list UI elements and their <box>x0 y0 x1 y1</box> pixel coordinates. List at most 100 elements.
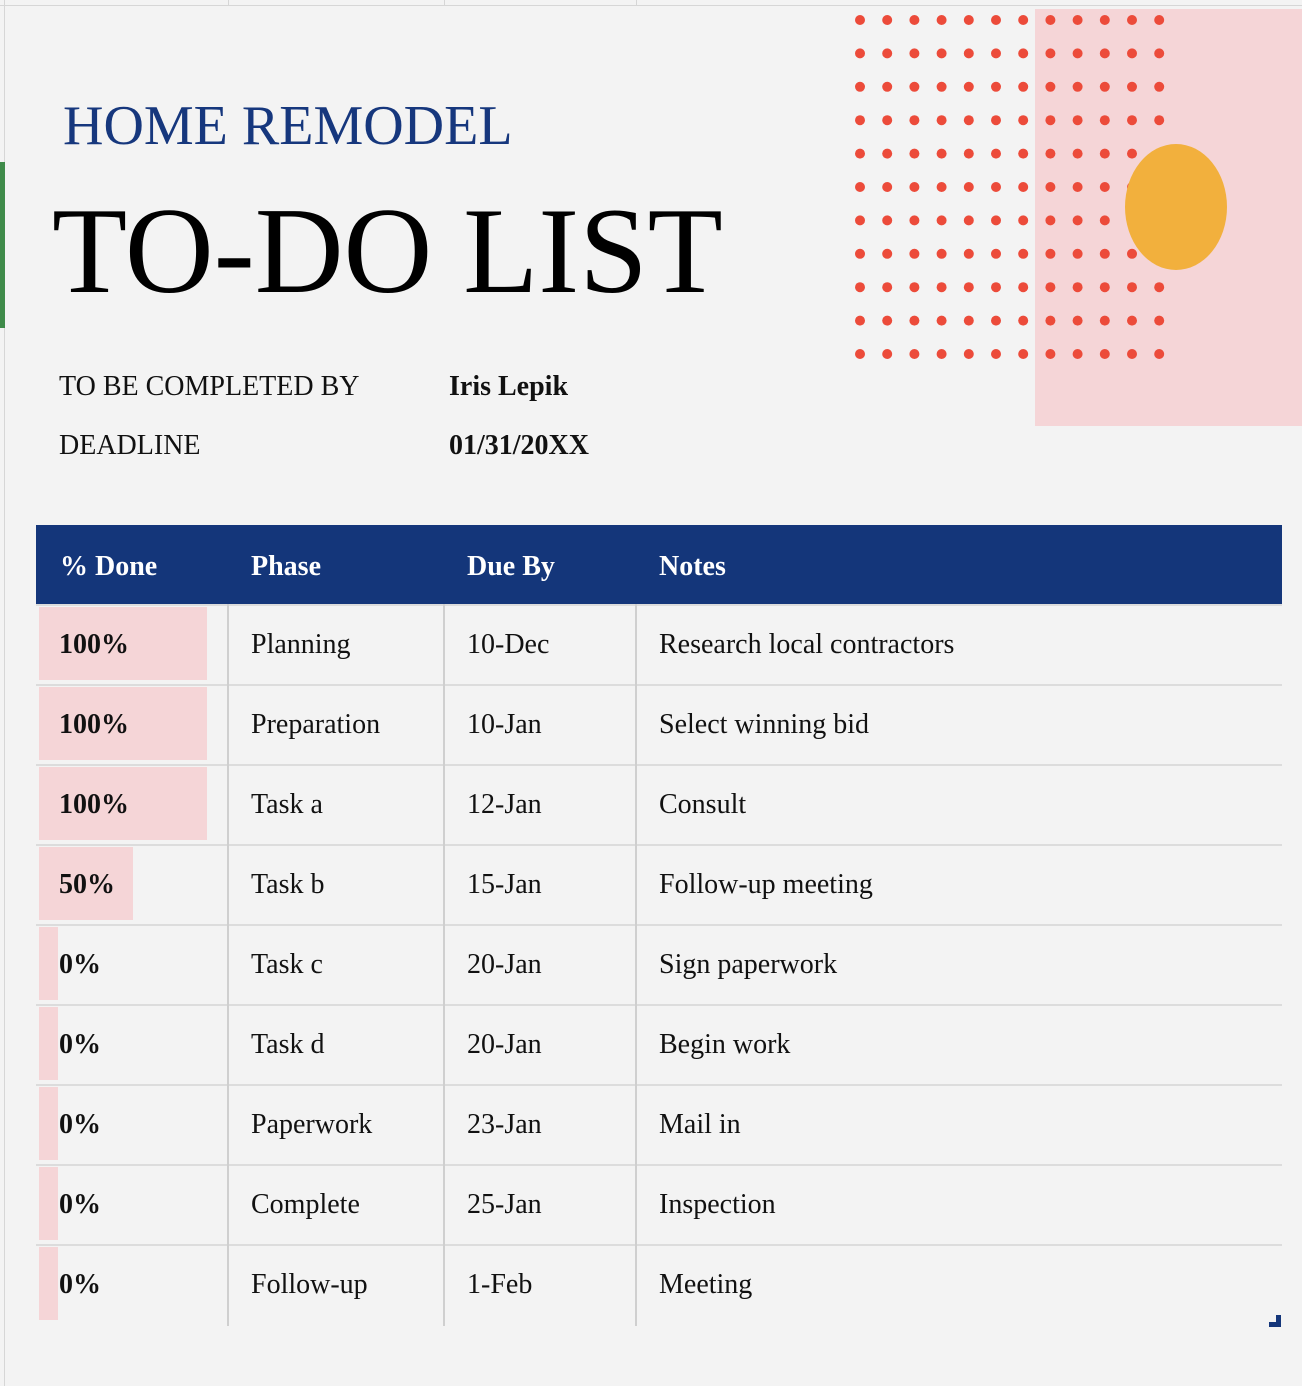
column-header-phase[interactable]: Phase <box>251 525 321 604</box>
completed-by-label[interactable]: TO BE COMPLETED BY <box>59 371 360 403</box>
decorative-dot <box>963 48 974 59</box>
todo-table: % Done Phase Due By Notes 100% Planning 10… <box>36 525 1282 1324</box>
cell-notes[interactable]: Inspection <box>659 1164 776 1244</box>
decorative-dot <box>909 349 920 359</box>
column-header-notes[interactable]: Notes <box>659 525 726 604</box>
cell-percent-done[interactable]: 0% <box>59 924 101 1004</box>
cell-due-by[interactable]: 10-Jan <box>467 684 542 764</box>
cell-percent-done[interactable]: 100% <box>59 764 129 844</box>
decorative-dot <box>1072 282 1083 293</box>
decorative-dot <box>963 215 974 226</box>
decorative-dot <box>1045 315 1056 326</box>
decorative-dot <box>1072 81 1083 92</box>
decorative-dot <box>963 15 974 25</box>
decorative-dot <box>1045 148 1056 159</box>
decorative-dot <box>991 182 1001 192</box>
deadline-label[interactable]: DEADLINE <box>59 430 201 462</box>
decorative-dot <box>936 215 947 226</box>
cell-phase[interactable]: Task c <box>251 924 323 1004</box>
cell-due-by[interactable]: 15-Jan <box>467 844 542 924</box>
decorative-dot <box>1072 315 1083 326</box>
cell-phase[interactable]: Paperwork <box>251 1084 372 1164</box>
decorative-dot <box>1154 15 1165 25</box>
decorative-dot <box>991 115 1001 126</box>
decorative-dot <box>882 115 893 126</box>
decorative-dot <box>1018 81 1029 92</box>
cell-percent-done[interactable]: 50% <box>59 844 115 924</box>
decorative-dot <box>1045 115 1056 126</box>
decorative-dot <box>1072 349 1083 359</box>
completed-by-value[interactable]: Iris Lepik <box>449 371 568 403</box>
decorative-dot <box>963 81 974 92</box>
cell-phase[interactable]: Follow-up <box>251 1244 368 1324</box>
decorative-dot <box>1045 248 1056 259</box>
decorative-dot <box>936 48 947 59</box>
cell-notes[interactable]: Sign paperwork <box>659 924 837 1004</box>
progress-bar <box>39 1247 58 1320</box>
decorative-dot <box>991 81 1001 92</box>
cell-due-by[interactable]: 20-Jan <box>467 924 542 1004</box>
decorative-dot <box>1099 115 1110 126</box>
cell-notes[interactable]: Begin work <box>659 1004 790 1084</box>
table-row: 0% Task d 20-Jan Begin work <box>36 1004 1282 1084</box>
cell-phase[interactable]: Complete <box>251 1164 360 1244</box>
cell-due-by[interactable]: 25-Jan <box>467 1164 542 1244</box>
decorative-dot <box>1018 48 1029 59</box>
decorative-dot <box>855 215 865 226</box>
deadline-value[interactable]: 01/31/20XX <box>449 430 589 462</box>
page-title[interactable]: TO-DO LIST <box>52 187 723 315</box>
decorative-dot <box>1045 215 1056 226</box>
decorative-dot <box>1018 182 1029 192</box>
cell-phase[interactable]: Preparation <box>251 684 380 764</box>
decorative-dot <box>1099 215 1110 226</box>
column-separator <box>228 0 229 5</box>
cell-phase[interactable]: Task a <box>251 764 323 844</box>
column-divider <box>227 604 229 1326</box>
cell-percent-done[interactable]: 0% <box>59 1164 101 1244</box>
cell-due-by[interactable]: 12-Jan <box>467 764 542 844</box>
decorative-dot <box>1045 182 1056 192</box>
cell-phase[interactable]: Planning <box>251 604 351 684</box>
decorative-dot <box>1072 248 1083 259</box>
decorative-dot <box>1127 48 1137 59</box>
decorative-dot <box>991 248 1001 259</box>
column-header-due-by[interactable]: Due By <box>467 525 555 604</box>
column-header-done[interactable]: % Done <box>60 525 157 604</box>
cell-percent-done[interactable]: 0% <box>59 1244 101 1324</box>
cell-phase[interactable]: Task b <box>251 844 324 924</box>
cell-notes[interactable]: Consult <box>659 764 746 844</box>
cell-percent-done[interactable]: 0% <box>59 1004 101 1084</box>
decorative-dot <box>1154 315 1165 326</box>
decorative-dot <box>909 315 920 326</box>
decorative-dot <box>1072 148 1083 159</box>
cell-notes[interactable]: Follow-up meeting <box>659 844 873 924</box>
cell-due-by[interactable]: 1-Feb <box>467 1244 532 1324</box>
table-row: 0% Task c 20-Jan Sign paperwork <box>36 924 1282 1004</box>
table-row: 100% Task a 12-Jan Consult <box>36 764 1282 844</box>
table-row: 100% Planning 10-Dec Research local contrac… <box>36 604 1282 684</box>
cell-due-by[interactable]: 23-Jan <box>467 1084 542 1164</box>
table-row: 100% Preparation 10-Jan Select winning bid <box>36 684 1282 764</box>
decorative-dot <box>963 282 974 293</box>
column-separator <box>636 0 637 5</box>
cell-phase[interactable]: Task d <box>251 1004 324 1084</box>
cell-percent-done[interactable]: 100% <box>59 604 129 684</box>
cell-percent-done[interactable]: 100% <box>59 684 129 764</box>
progress-bar <box>39 1087 58 1160</box>
cell-percent-done[interactable]: 0% <box>59 1084 101 1164</box>
decorative-dot <box>909 215 920 226</box>
decorative-dot <box>909 48 920 59</box>
cell-due-by[interactable]: 10-Dec <box>467 604 549 684</box>
cell-notes[interactable]: Select winning bid <box>659 684 869 764</box>
decorative-dot <box>1072 182 1083 192</box>
page-subtitle[interactable]: HOME REMODEL <box>63 96 513 156</box>
cell-notes[interactable]: Research local contractors <box>659 604 954 684</box>
decorative-dot <box>936 349 947 359</box>
cell-notes[interactable]: Meeting <box>659 1244 752 1324</box>
decorative-dot <box>882 148 893 159</box>
decorative-dot <box>991 315 1001 326</box>
decorative-dot <box>855 81 865 92</box>
cell-notes[interactable]: Mail in <box>659 1084 741 1164</box>
table-resize-handle[interactable] <box>1269 1315 1281 1327</box>
cell-due-by[interactable]: 20-Jan <box>467 1004 542 1084</box>
